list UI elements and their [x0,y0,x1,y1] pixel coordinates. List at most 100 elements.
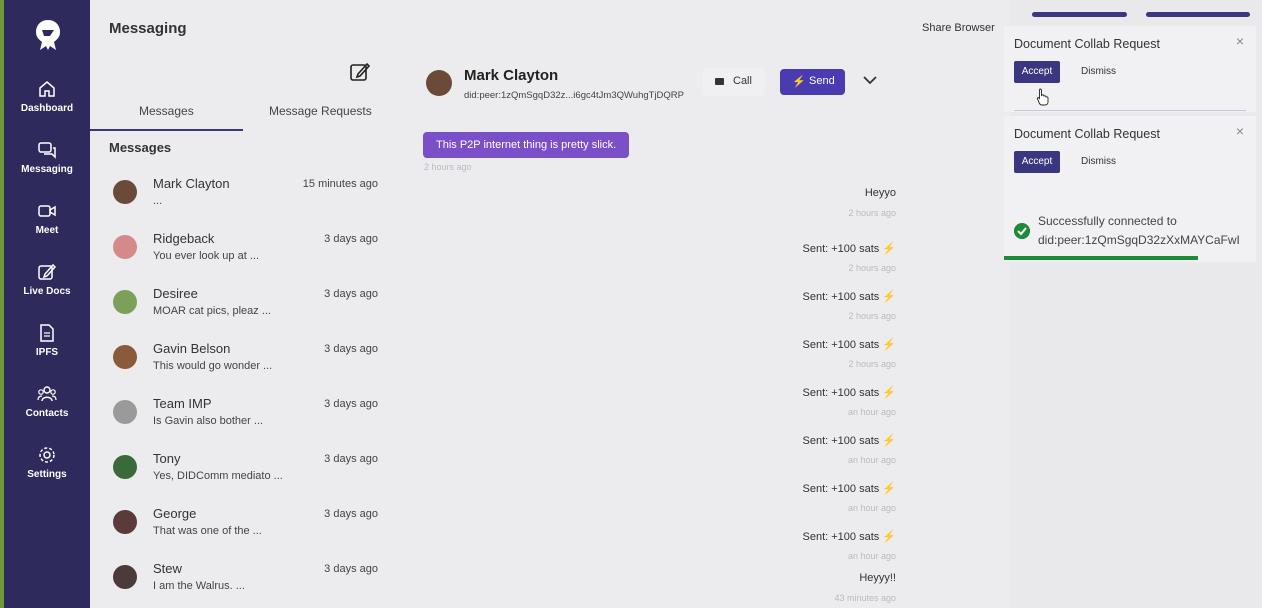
accept-button[interactable]: Accept [1014,61,1060,83]
tab-message-requests[interactable]: Message Requests [269,104,372,118]
notification-title: Document Collab Request [1014,37,1160,51]
conversation-list-pane: Messaging Messages Message Requests Mess… [90,0,390,608]
sidebar-item-dashboard[interactable]: Dashboard [4,80,90,114]
outgoing-message: Sent: +100 sats ⚡ [802,435,897,447]
conversation-preview: That was one of the ... [153,525,262,537]
chevron-down-icon[interactable] [863,74,877,86]
conversation-time: 3 days ago [324,398,378,410]
list-item[interactable]: George 3 days ago That was one of the ... [90,506,390,560]
conversation-time: 3 days ago [324,563,378,575]
message-timestamp: an hour ago [847,503,896,513]
chat-icon [38,142,56,159]
video-icon [38,205,56,217]
conversation-preview: I am the Walrus. ... [153,580,245,592]
sidebar-item-label: Dashboard [20,103,74,114]
message-timestamp: 2 hours ago [848,311,896,321]
avatar [113,400,137,424]
conversation-time: 3 days ago [324,233,378,245]
outgoing-message: Sent: +100 sats ⚡ [802,483,897,495]
sidebar-item-label: IPFS [35,347,59,358]
sidebar-item-messaging[interactable]: Messaging [4,141,90,175]
message-timestamp: 2 hours ago [848,263,896,273]
list-item[interactable]: Tony 3 days ago Yes, DIDComm mediato ... [90,451,390,505]
conversation-name: Tony [153,451,181,466]
list-tabs: Messages Message Requests [90,100,390,132]
avatar [113,510,137,534]
dismiss-label: Dismiss [1081,66,1116,77]
message-timestamp: 2 hours ago [424,162,472,172]
conversation-time: 3 days ago [324,343,378,355]
sidebar-item-contacts[interactable]: Contacts [4,385,90,419]
outgoing-message: Sent: +100 sats ⚡ [802,243,897,255]
toast-message: Successfully connected to did:peer:1zQmS… [1038,212,1240,250]
lightning-icon: ⚡ [792,76,806,88]
message-timestamp: 2 hours ago [848,208,896,218]
conversation-preview: This would go wonder ... [153,360,273,372]
conversation-name: Team IMP [153,396,212,411]
sidebar-item-meet[interactable]: Meet [4,202,90,236]
conversation-time: 3 days ago [324,288,378,300]
page-title: Messaging [109,20,187,37]
dismiss-button[interactable]: Dismiss [1070,151,1126,173]
toast-line: Successfully connected to [1038,214,1177,228]
chat-pane: Mark Clayton did:peer:1zQmSgqD32z...i6gc… [390,0,1010,608]
active-tab-indicator [90,129,243,131]
call-label: Call [733,75,752,87]
conversation-name: Mark Clayton [153,176,230,191]
edit-icon [38,263,56,280]
gear-icon [39,447,55,463]
avatar [113,455,137,479]
sidebar-item-live-docs[interactable]: Live Docs [4,263,90,297]
conversation-time: 3 days ago [324,453,378,465]
header-button[interactable] [1146,12,1250,17]
header-button[interactable] [1032,12,1127,17]
conversation-preview: Yes, DIDComm mediato ... [153,470,283,482]
sidebar: Dashboard Messaging Meet Live Docs IPFS … [0,0,90,608]
conversation-name: Gavin Belson [153,341,231,356]
outgoing-message: Heyyy!! [859,572,896,584]
tab-messages[interactable]: Messages [139,104,194,118]
file-icon [40,324,54,342]
video-call-icon [715,78,724,85]
app-logo-icon[interactable] [32,18,64,52]
avatar [113,235,137,259]
list-item[interactable]: Ridgeback 3 days ago You ever look up at .… [90,231,390,285]
dismiss-button[interactable]: Dismiss [1070,61,1126,83]
list-item[interactable]: Stew 3 days ago I am the Walrus. ... [90,561,390,608]
sidebar-item-label: Messaging [21,164,73,175]
list-item[interactable]: Desiree 3 days ago MOAR cat pics, pleaz ..… [90,286,390,340]
call-button[interactable]: Call [703,68,765,96]
avatar [113,565,137,589]
contacts-icon [37,386,57,402]
list-item[interactable]: Team IMP 3 days ago Is Gavin also bother .… [90,396,390,450]
send-button[interactable]: ⚡ Send [780,69,845,95]
message-timestamp: an hour ago [847,455,896,465]
outgoing-message: Heyyo [864,187,896,199]
section-heading: Messages [109,140,172,155]
hand-cursor-icon [1036,88,1049,106]
list-item[interactable]: Gavin Belson 3 days ago This would go wond… [90,341,390,395]
share-browser-button[interactable]: Share Browser [910,15,1010,41]
toast-line: did:peer:1zQmSgqD32zXxMAYCaFwI [1038,233,1240,247]
checkmark-icon [1014,223,1030,239]
sidebar-item-ipfs[interactable]: IPFS [4,324,90,358]
chat-contact-name: Mark Clayton [464,67,559,84]
send-label: Send [809,75,835,87]
chat-contact-did: did:peer:1zQmSgqD32z...i6gc4tJm3QWuhgTjD… [464,90,684,101]
compose-icon[interactable] [350,62,370,82]
conversation-preview: You ever look up at ... [153,250,259,262]
avatar [426,70,452,96]
message-timestamp: an hour ago [847,551,896,561]
close-icon[interactable]: × [1236,33,1244,49]
conversation-preview: ... [153,195,163,207]
message-timestamp: 2 hours ago [848,359,896,369]
dismiss-label: Dismiss [1081,156,1116,167]
sidebar-item-settings[interactable]: Settings [4,446,90,480]
conversation-time: 15 minutes ago [302,178,378,190]
share-browser-label: Share Browser [922,22,995,34]
outgoing-message: Sent: +100 sats ⚡ [802,291,897,303]
list-item[interactable]: Mark Clayton 15 minutes ago... [90,176,390,230]
close-icon[interactable]: × [1236,123,1244,139]
message-timestamp: an hour ago [847,407,896,417]
accept-button[interactable]: Accept [1014,151,1060,173]
